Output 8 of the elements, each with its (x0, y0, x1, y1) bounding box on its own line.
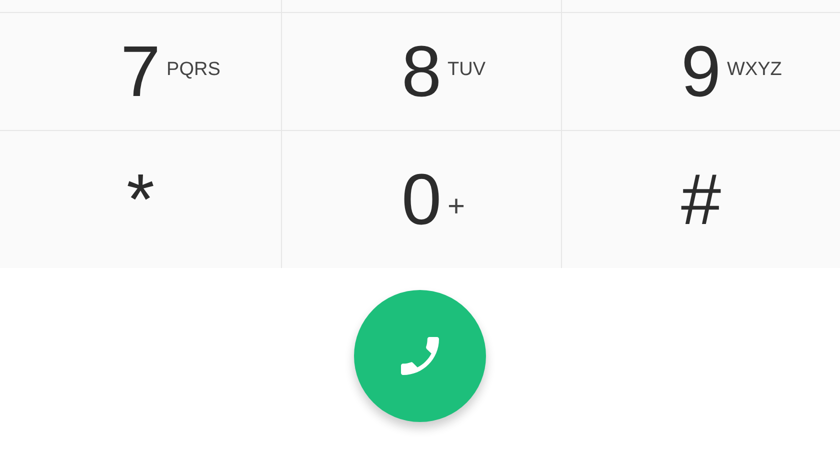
key-letters: TUV (448, 58, 486, 80)
phone-icon (401, 337, 439, 375)
dial-key[interactable]: # (562, 131, 840, 268)
dial-key[interactable]: * (0, 131, 282, 268)
key-letters: PQRS (166, 58, 220, 80)
dial-key[interactable]: 0+ (282, 131, 562, 268)
key-letters: WXYZ (727, 58, 782, 80)
key-letters: + (448, 190, 466, 224)
